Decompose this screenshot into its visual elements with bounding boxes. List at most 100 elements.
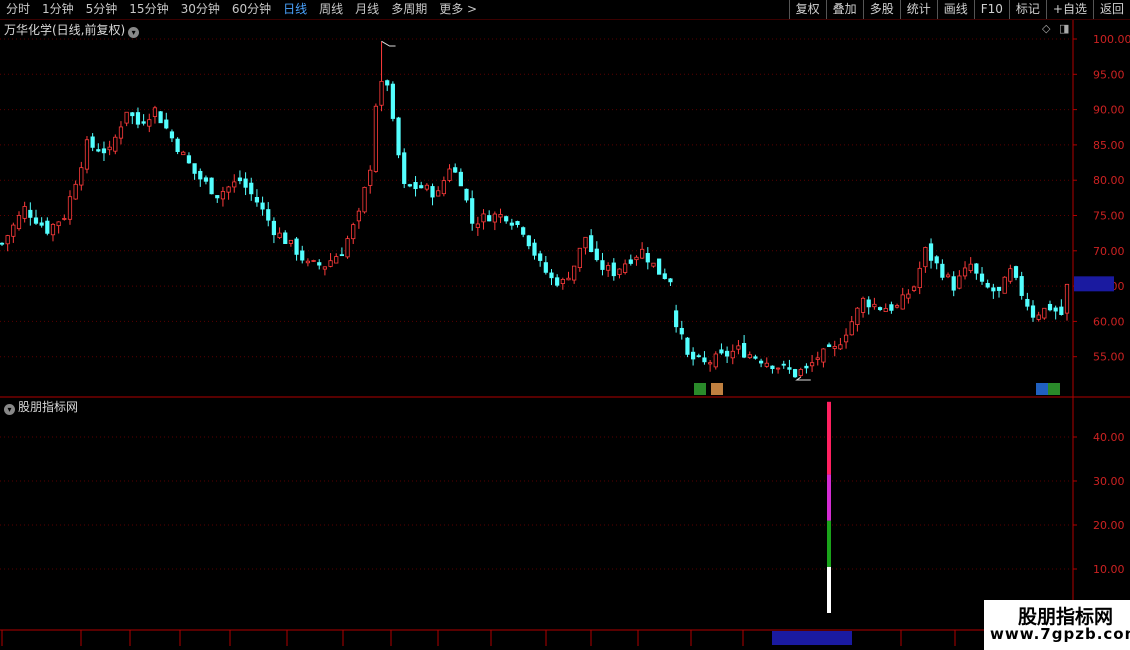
candle — [838, 338, 843, 350]
candle — [464, 188, 469, 203]
y-tick-label: 55.00 — [1093, 351, 1125, 364]
candle — [566, 271, 571, 281]
candle — [11, 222, 16, 243]
candle — [860, 296, 866, 318]
candle — [572, 265, 577, 284]
candle — [589, 229, 594, 253]
candle — [934, 255, 939, 270]
event-marker-bg — [1036, 383, 1048, 395]
candle — [339, 247, 344, 257]
candle — [441, 176, 446, 197]
candle — [985, 279, 990, 289]
last-price-tag — [1074, 276, 1114, 292]
candle — [1030, 300, 1036, 322]
event-marker-bg — [694, 383, 706, 395]
candle — [685, 336, 690, 358]
candle — [328, 253, 333, 268]
candle — [164, 112, 169, 130]
candle — [702, 351, 707, 365]
candle — [1042, 307, 1047, 320]
candle — [96, 143, 101, 153]
candle — [877, 306, 883, 312]
candle — [373, 103, 378, 173]
y-tick-label: 40.00 — [1093, 431, 1125, 444]
candle — [1002, 276, 1007, 294]
sub-pane-title[interactable]: ▾ 股朋指标网 — [4, 398, 78, 415]
candle — [521, 226, 526, 238]
candle — [758, 358, 764, 368]
candle — [708, 360, 713, 372]
event-marker-bg — [1048, 383, 1060, 395]
candle — [351, 222, 356, 245]
candle — [458, 168, 463, 187]
candle — [317, 259, 322, 270]
candle — [396, 116, 401, 159]
indicator-title: 股朋指标网 — [18, 400, 79, 414]
chevron-down-icon[interactable]: ▾ — [4, 404, 15, 415]
candle — [390, 81, 395, 122]
candle — [385, 79, 390, 92]
candle — [16, 211, 22, 231]
candle — [322, 266, 327, 276]
candle — [543, 255, 548, 275]
candle — [470, 190, 475, 231]
candle — [362, 186, 367, 214]
candle — [1019, 271, 1024, 300]
candle — [209, 177, 214, 195]
candle — [668, 278, 673, 287]
candle — [487, 210, 492, 222]
candle — [628, 254, 633, 266]
candle — [237, 170, 243, 185]
candle — [249, 177, 254, 201]
candle — [130, 111, 135, 125]
y-tick-label: 20.00 — [1093, 519, 1125, 532]
candle — [883, 303, 888, 312]
cursor-date-tag — [772, 631, 852, 645]
candle — [600, 252, 605, 276]
candle — [900, 287, 905, 310]
candle — [271, 217, 277, 244]
candle — [674, 304, 679, 333]
kline-chart[interactable]: 55.0060.0065.0070.0075.0080.0085.0090.00… — [0, 0, 1130, 650]
y-tick-label: 80.00 — [1093, 174, 1125, 187]
candle — [379, 41, 384, 112]
candle — [951, 271, 956, 297]
stock-title: 万华化学(日线,前复权) — [4, 23, 126, 37]
chevron-down-icon[interactable]: ▾ — [128, 27, 140, 38]
candle — [849, 315, 854, 336]
candle — [135, 107, 141, 129]
candle — [107, 140, 112, 156]
candle — [305, 258, 311, 267]
candle — [101, 141, 107, 161]
candle — [39, 217, 44, 228]
candle — [606, 262, 611, 277]
candle — [181, 150, 186, 156]
candle — [50, 223, 56, 242]
candle — [804, 363, 809, 374]
window-toggle-icon[interactable]: ◨ — [1059, 22, 1069, 35]
candle — [679, 320, 684, 340]
candle — [124, 111, 129, 127]
y-tick-label: 10.00 — [1093, 563, 1125, 576]
candle — [413, 176, 418, 197]
candle — [288, 239, 294, 247]
candle — [866, 296, 871, 315]
candle — [147, 113, 152, 133]
candle — [855, 307, 860, 332]
diamond-icon[interactable]: ◇ — [1042, 22, 1050, 35]
indicator-bar-segment — [827, 520, 831, 567]
candle — [815, 351, 820, 366]
candle — [33, 209, 39, 225]
watermark-url: www.7gpzb.com — [990, 625, 1130, 643]
candle — [764, 357, 769, 368]
candle — [192, 163, 197, 180]
candle — [940, 259, 945, 281]
main-pane-title[interactable]: 万华化学(日线,前复权) ▾ — [4, 21, 140, 38]
candle — [526, 234, 531, 250]
candle — [826, 342, 832, 348]
candle — [152, 105, 158, 124]
candle — [243, 172, 248, 196]
candle — [73, 180, 78, 200]
candle — [753, 354, 758, 360]
candle — [453, 163, 458, 173]
